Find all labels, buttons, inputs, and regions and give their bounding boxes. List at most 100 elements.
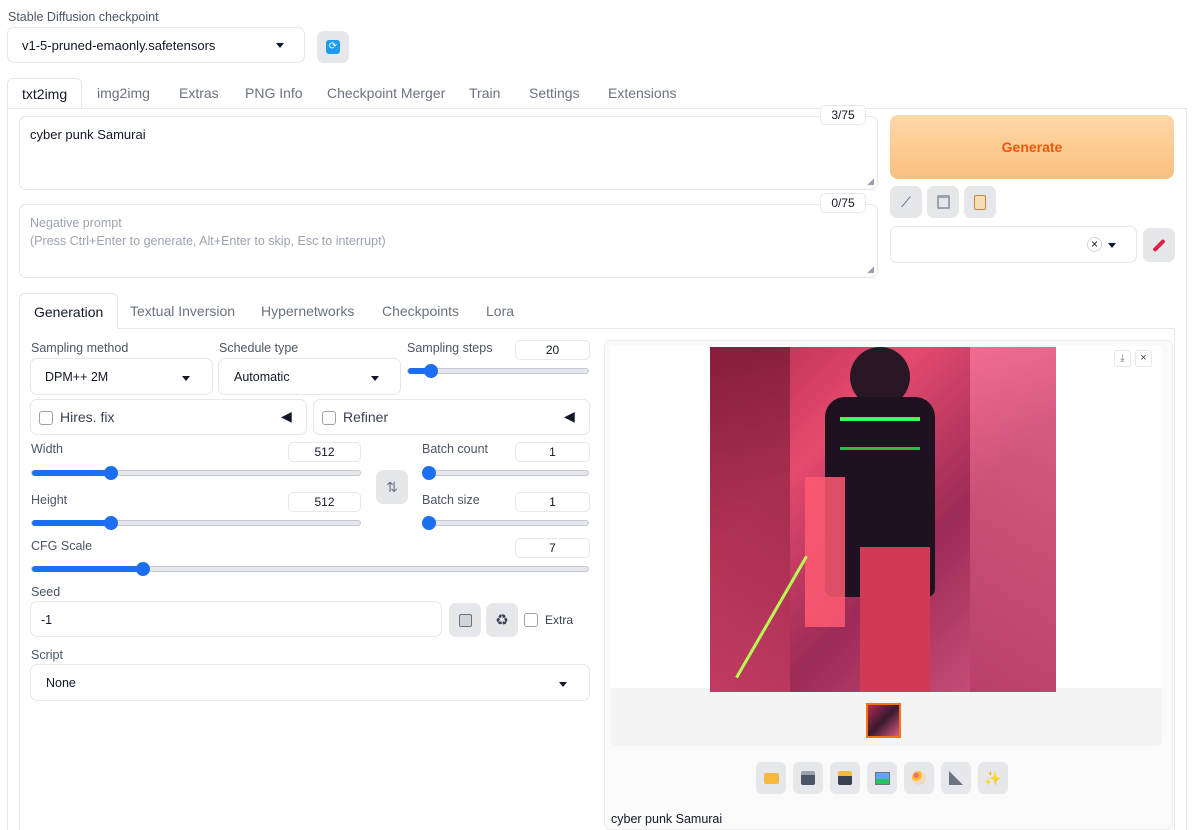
cfg-scale-slider[interactable] — [31, 562, 589, 576]
reuse-seed-button[interactable]: ♻ — [486, 603, 518, 637]
checkpoint-label: Stable Diffusion checkpoint — [8, 10, 159, 24]
tab-train[interactable]: Train — [469, 78, 500, 108]
tab-checkpoint-merger[interactable]: Checkpoint Merger — [327, 78, 445, 108]
refiner-checkbox[interactable] — [322, 411, 336, 425]
slider-thumb[interactable] — [103, 466, 118, 480]
save-button[interactable] — [793, 762, 823, 794]
prompt-textarea[interactable]: cyber punk Samurai ◢ — [19, 116, 878, 190]
tab-extensions[interactable]: Extensions — [608, 78, 676, 108]
height-input[interactable]: 512 — [288, 492, 361, 512]
batch-count-input[interactable]: 1 — [515, 442, 590, 462]
width-input[interactable]: 512 — [288, 442, 361, 462]
zip-button[interactable] — [830, 762, 860, 794]
batch-count-label: Batch count — [422, 442, 489, 456]
sampling-method-dropdown[interactable]: DPM++ 2M — [30, 358, 213, 395]
zip-icon — [838, 771, 852, 785]
negative-prompt-textarea[interactable]: Negative prompt (Press Ctrl+Enter to gen… — [19, 204, 878, 278]
script-dropdown[interactable]: None — [30, 664, 590, 701]
batch-size-input[interactable]: 1 — [515, 492, 590, 512]
sampling-method-label: Sampling method — [31, 341, 129, 355]
close-icon[interactable]: × — [1135, 350, 1152, 367]
tab-settings[interactable]: Settings — [529, 78, 580, 108]
collapse-arrow-icon: ◀ — [281, 408, 292, 424]
send-to-img2img-button[interactable] — [867, 762, 897, 794]
sparkles-icon: ✨ — [984, 769, 1002, 786]
gallery-thumbnail[interactable] — [866, 703, 901, 738]
generate-button[interactable]: Generate — [890, 115, 1174, 179]
schedule-type-value: Automatic — [234, 370, 290, 384]
clear-prompt-button[interactable] — [927, 186, 959, 218]
paste-button[interactable] — [964, 186, 996, 218]
tab-generation[interactable]: Generation — [19, 293, 119, 329]
resize-handle-icon: ◢ — [867, 176, 874, 186]
slider-fill — [32, 520, 111, 526]
ruler-icon — [949, 771, 963, 785]
tab-lora[interactable]: Lora — [486, 293, 514, 329]
extra-seed-label: Extra — [545, 613, 574, 627]
batch-count-slider[interactable] — [422, 466, 589, 480]
hires-fix-accordion[interactable]: Hires. fix ◀ — [30, 399, 307, 435]
swap-dimensions-button[interactable]: ⇅ — [376, 470, 408, 504]
height-slider[interactable] — [31, 516, 361, 530]
refiner-accordion[interactable]: Refiner ◀ — [313, 399, 590, 435]
random-seed-button[interactable] — [449, 603, 481, 637]
slider-fill — [32, 566, 144, 572]
tab-txt2img[interactable]: txt2img — [7, 78, 83, 108]
seed-value: -1 — [41, 613, 53, 627]
send-to-extras-button[interactable] — [941, 762, 971, 794]
cfg-scale-label: CFG Scale — [31, 539, 93, 553]
sub-tabs: Generation Textual Inversion Hypernetwor… — [19, 293, 1175, 329]
slider-thumb[interactable] — [103, 516, 118, 530]
tab-checkpoints[interactable]: Checkpoints — [382, 293, 459, 329]
tab-textual-inversion[interactable]: Textual Inversion — [130, 293, 235, 329]
main-tabs: txt2img img2img Extras PNG Info Checkpoi… — [0, 78, 1200, 109]
refiner-label: Refiner — [343, 409, 389, 425]
chevron-down-icon — [182, 376, 190, 381]
chevron-down-icon — [371, 376, 379, 381]
tab-extras[interactable]: Extras — [179, 78, 219, 108]
trash-icon — [936, 195, 950, 209]
batch-size-label: Batch size — [422, 493, 480, 507]
batch-size-slider[interactable] — [422, 516, 589, 530]
cfg-scale-input[interactable]: 7 — [515, 538, 590, 558]
slider-thumb[interactable] — [422, 466, 436, 480]
sampling-steps-slider[interactable] — [407, 364, 589, 378]
checkpoint-dropdown[interactable]: v1-5-pruned-emaonly.safetensors — [7, 27, 305, 63]
dice-icon — [458, 613, 472, 627]
generate-label: Generate — [1001, 139, 1063, 155]
send-to-inpaint-button[interactable] — [904, 762, 934, 794]
sampling-steps-input[interactable]: 20 — [515, 340, 590, 360]
schedule-type-dropdown[interactable]: Automatic — [218, 358, 401, 395]
styles-dropdown[interactable]: × — [890, 226, 1137, 263]
script-label: Script — [31, 648, 63, 662]
clipboard-icon — [974, 194, 986, 210]
image-icon — [874, 771, 890, 785]
apply-style-button[interactable]: ⟋ — [890, 186, 922, 218]
download-icon[interactable]: ⤓ — [1114, 350, 1131, 367]
hires-fix-checkbox[interactable] — [39, 411, 53, 425]
open-folder-button[interactable] — [756, 762, 786, 794]
hires-fix-label: Hires. fix — [60, 409, 115, 425]
width-slider[interactable] — [31, 466, 361, 480]
tab-png-info[interactable]: PNG Info — [245, 78, 303, 108]
schedule-type-label: Schedule type — [219, 341, 299, 355]
resize-handle-icon: ◢ — [867, 264, 874, 274]
collapse-arrow-icon: ◀ — [564, 408, 575, 424]
prompt-token-counter: 3/75 — [820, 105, 866, 125]
script-value: None — [46, 676, 76, 690]
tab-hypernetworks[interactable]: Hypernetworks — [261, 293, 354, 329]
upscale-button[interactable]: ✨ — [978, 762, 1008, 794]
tab-img2img[interactable]: img2img — [97, 78, 150, 108]
generated-image[interactable] — [710, 347, 1056, 692]
refresh-checkpoint-button[interactable]: ⟳ — [317, 31, 349, 63]
clear-styles-icon[interactable]: × — [1087, 237, 1102, 252]
seed-input[interactable]: -1 — [30, 601, 442, 637]
image-caption: cyber punk Samurai — [611, 812, 723, 826]
slider-thumb[interactable] — [422, 516, 436, 530]
height-label: Height — [31, 493, 68, 507]
sampling-steps-label: Sampling steps — [407, 341, 493, 355]
paint-brush-icon — [1152, 238, 1166, 252]
recycle-icon: ♻ — [495, 612, 509, 629]
edit-styles-button[interactable] — [1143, 228, 1175, 262]
extra-seed-checkbox[interactable] — [524, 613, 538, 627]
